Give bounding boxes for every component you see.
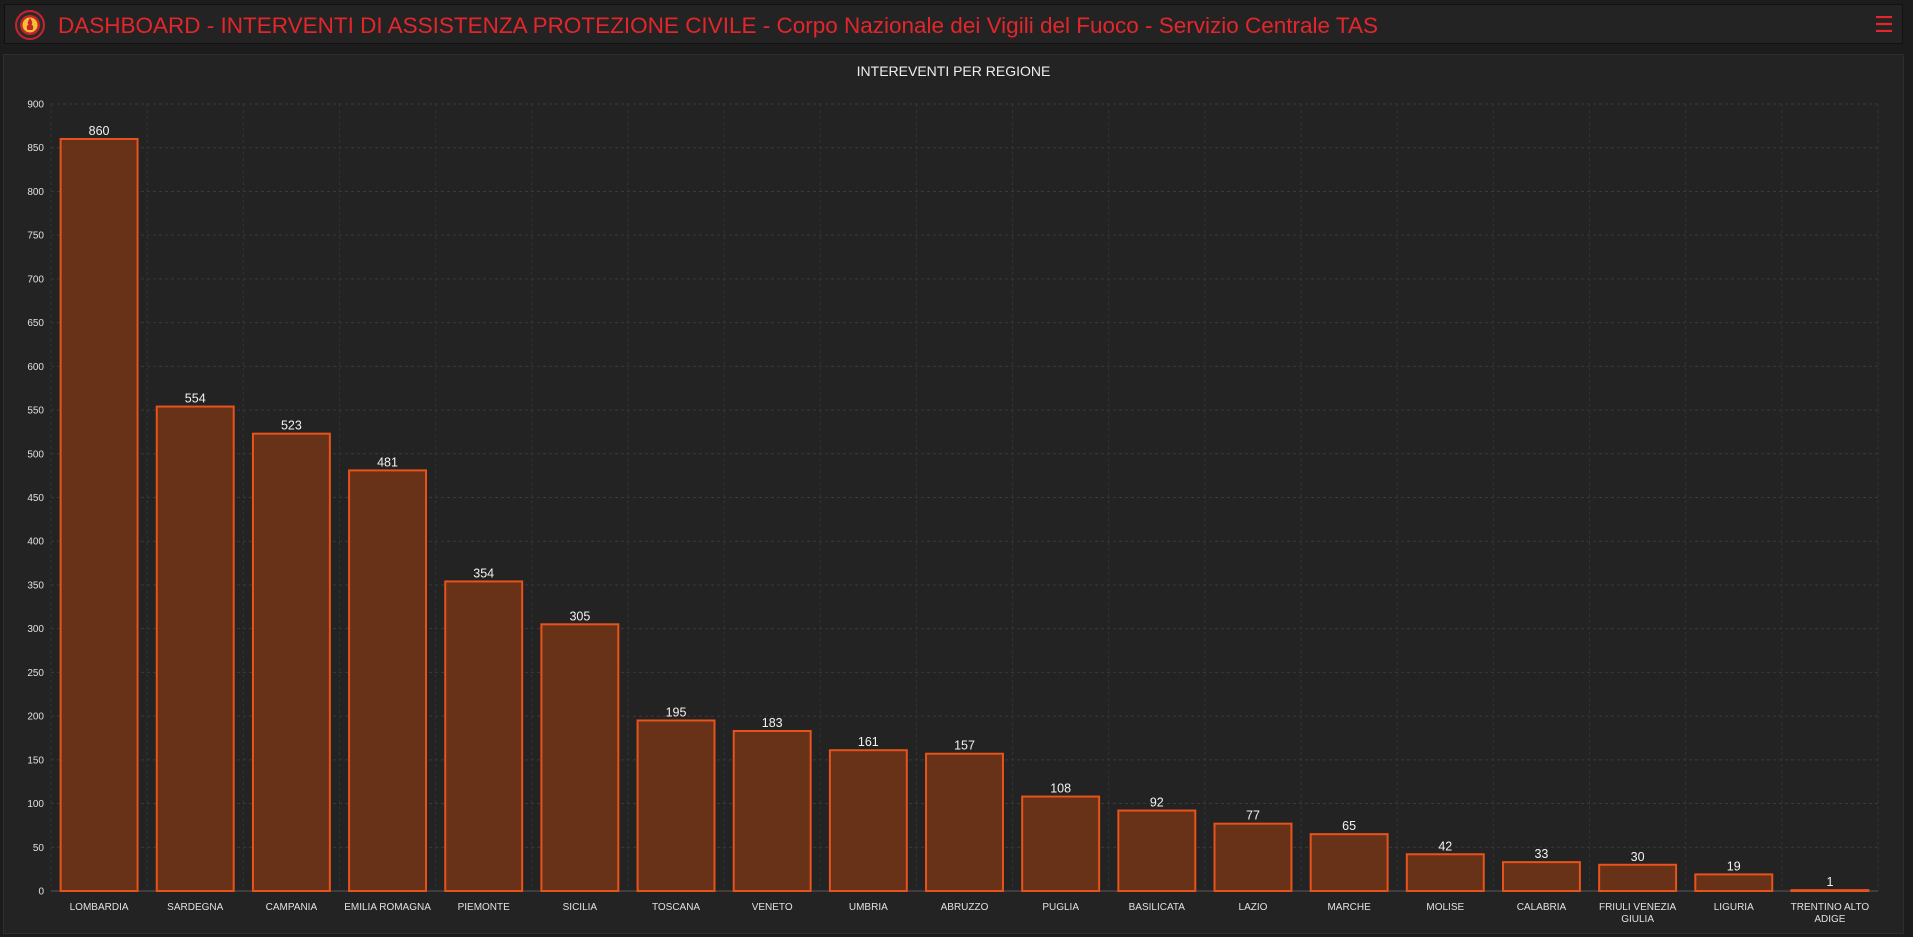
x-tick-label: TRENTINO ALTO ADIGE xyxy=(1791,902,1870,925)
x-tick-label: PUGLIA xyxy=(1042,902,1079,913)
bar-abruzzo xyxy=(925,752,1004,892)
y-tick-label: 500 xyxy=(27,449,44,460)
y-tick-label: 600 xyxy=(27,362,44,373)
y-tick-label: 300 xyxy=(27,624,44,635)
x-tick-label: LOMBARDIA xyxy=(70,902,129,913)
y-tick-label: 700 xyxy=(27,274,44,285)
data-label: 92 xyxy=(1150,796,1164,810)
x-tick-label: BASILICATA xyxy=(1129,902,1186,913)
x-tick-label: VENETO xyxy=(752,902,793,913)
x-tick-label: MOLISE xyxy=(1426,902,1464,913)
fire-brigade-emblem-icon xyxy=(15,10,45,40)
x-tick-label: LAZIO xyxy=(1239,902,1268,913)
x-tick-label: UMBRIA xyxy=(849,902,888,913)
data-label: 19 xyxy=(1727,859,1741,873)
data-label: 183 xyxy=(762,716,783,730)
dashboard-header: DASHBOARD - INTERVENTI DI ASSISTENZA PRO… xyxy=(4,4,1903,44)
bar-friuli-venezia-giulia xyxy=(1598,863,1678,892)
chart-panel: INTEREVENTI PER REGIONE 0 50 100 150 200 250 3… xyxy=(3,54,1904,934)
y-tick-label: 150 xyxy=(27,755,44,766)
y-tick-label: 800 xyxy=(27,187,44,198)
y-tick-label: 250 xyxy=(27,668,44,679)
y-tick-label: 0 xyxy=(38,887,44,898)
bar-umbria xyxy=(828,749,908,892)
y-tick-label: 750 xyxy=(27,231,44,242)
bar-liguria xyxy=(1694,873,1774,893)
x-tick-label: MARCHE xyxy=(1327,902,1371,913)
data-label: 554 xyxy=(185,392,206,406)
data-label: 108 xyxy=(1050,782,1071,796)
x-tick-label: SICILIA xyxy=(563,902,598,913)
x-tick-label: CALABRIA xyxy=(1517,902,1567,913)
bar-campania xyxy=(251,432,331,892)
y-tick-label: 900 xyxy=(27,100,44,111)
x-tick-label: EMILIA ROMAGNA xyxy=(344,902,431,913)
data-label: 65 xyxy=(1342,819,1356,833)
bar-toscana xyxy=(636,719,716,892)
y-tick-label: 850 xyxy=(27,143,44,154)
x-tick-label: SARDEGNA xyxy=(167,902,223,913)
bar-trentino-alto-adige xyxy=(1790,889,1870,892)
bar-puglia xyxy=(1021,795,1101,892)
data-label: 161 xyxy=(858,735,879,749)
data-label: 195 xyxy=(666,705,687,719)
y-tick-label: 200 xyxy=(27,712,44,723)
x-tick-label: LIGURIA xyxy=(1714,902,1754,913)
x-tick-label: PIEMONTE xyxy=(458,902,511,913)
bar-piemonte xyxy=(444,580,524,892)
data-label: 42 xyxy=(1438,839,1452,853)
x-tick-label: TOSCANA xyxy=(652,902,700,913)
data-label: 77 xyxy=(1246,809,1260,823)
data-label: 860 xyxy=(89,124,110,138)
data-label: 157 xyxy=(954,739,975,753)
bar-veneto xyxy=(732,729,812,893)
bar-lombardia xyxy=(59,137,139,892)
x-tick-label: CAMPANIA xyxy=(266,902,318,913)
bar-chart: 0 50 100 150 200 250 300 350 400 450 500 550 600 650 7… xyxy=(27,100,1879,925)
y-tick-label: 450 xyxy=(27,493,44,504)
data-label: 1 xyxy=(1826,875,1833,889)
data-label: 305 xyxy=(569,609,590,623)
x-tick-label: ABRUZZO xyxy=(941,902,989,913)
page-title: DASHBOARD - INTERVENTI DI ASSISTENZA PRO… xyxy=(58,13,1379,38)
data-label: 354 xyxy=(473,566,494,580)
y-tick-label: 650 xyxy=(27,318,44,329)
bar-sicilia xyxy=(540,623,620,892)
data-label: 30 xyxy=(1631,850,1645,864)
data-label: 33 xyxy=(1534,847,1548,861)
hamburger-menu-icon[interactable]: ☰ xyxy=(1874,14,1894,36)
bar-molise xyxy=(1405,853,1485,892)
x-tick-label: FRIULI VENEZIA GIULIA xyxy=(1599,902,1677,925)
y-tick-label: 400 xyxy=(27,537,44,548)
data-label: 523 xyxy=(281,419,302,433)
y-tick-label: 100 xyxy=(27,799,44,810)
y-tick-label: 550 xyxy=(27,406,44,417)
bar-calabria xyxy=(1501,861,1581,892)
bar-sardegna xyxy=(155,405,235,892)
bar-basilicata xyxy=(1117,809,1197,892)
bar-emilia-romagna xyxy=(348,469,428,892)
y-tick-label: 50 xyxy=(33,843,45,854)
bar-marche xyxy=(1309,833,1389,893)
y-tick-label: 350 xyxy=(27,580,44,591)
data-label: 481 xyxy=(377,455,398,469)
bar-lazio xyxy=(1213,822,1293,893)
